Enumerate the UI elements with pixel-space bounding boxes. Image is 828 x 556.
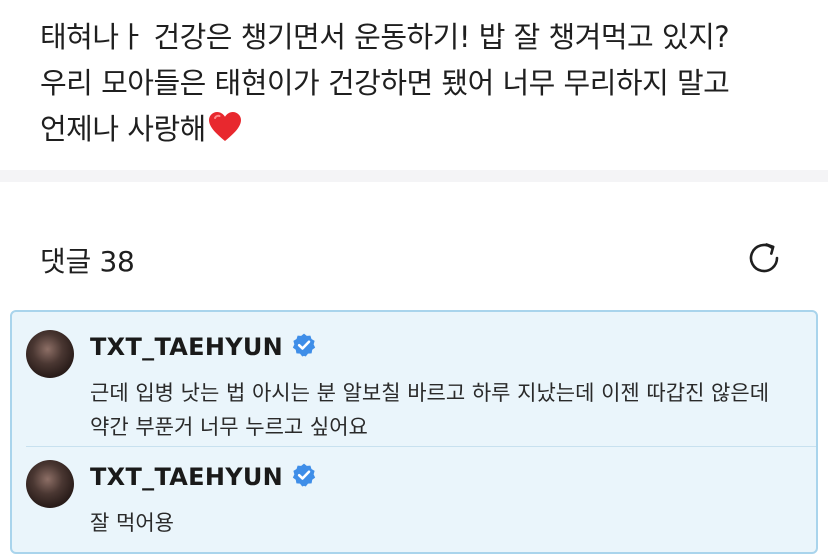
verified-badge-icon	[291, 462, 317, 492]
comment-divider	[26, 446, 816, 447]
comments-header: 댓글 38	[40, 232, 788, 288]
comment-text: 근데 입병 낫는 법 아시는 분 알보칠 바르고 하루 지났는데 이젠 따갑진 …	[90, 381, 770, 439]
comment-item: TXT_TAEHYUN 근데 입병 낫는 법 아시는 분 알보칠 바르고 하루 …	[26, 330, 802, 440]
comment-item: TXT_TAEHYUN 잘 먹어용	[26, 460, 802, 550]
verified-badge-icon	[291, 332, 317, 362]
avatar[interactable]	[26, 330, 74, 378]
post-text: 태혀나ㅏ 건강은 챙기면서 운동하기! 밥 잘 챙겨먹고 있지? 우리 모아들은…	[40, 14, 788, 156]
avatar[interactable]	[26, 460, 74, 508]
author-name[interactable]: TXT_TAEHYUN	[90, 333, 283, 361]
comment-author: TXT_TAEHYUN	[90, 462, 317, 492]
post-line: 우리 모아들은 태현이가 건강하면 됐어 너무 무리하지 말고	[40, 66, 730, 100]
author-name[interactable]: TXT_TAEHYUN	[90, 463, 283, 491]
post-line: 언제나 사랑해	[40, 112, 206, 146]
refresh-button[interactable]	[740, 236, 788, 284]
post-content: 태혀나ㅏ 건강은 챙기면서 운동하기! 밥 잘 챙겨먹고 있지? 우리 모아들은…	[0, 0, 828, 170]
highlighted-comments: TXT_TAEHYUN 근데 입병 낫는 법 아시는 분 알보칠 바르고 하루 …	[10, 310, 818, 554]
comments-count-title: 댓글 38	[40, 245, 135, 278]
red-heart-icon	[208, 110, 242, 156]
comment-text: 잘 먹어용	[90, 511, 174, 535]
comment-author: TXT_TAEHYUN	[90, 332, 317, 362]
post-line: 태혀나ㅏ 건강은 챙기면서 운동하기! 밥 잘 챙겨먹고 있지?	[40, 20, 730, 54]
refresh-icon	[744, 238, 784, 282]
section-divider	[0, 170, 828, 182]
